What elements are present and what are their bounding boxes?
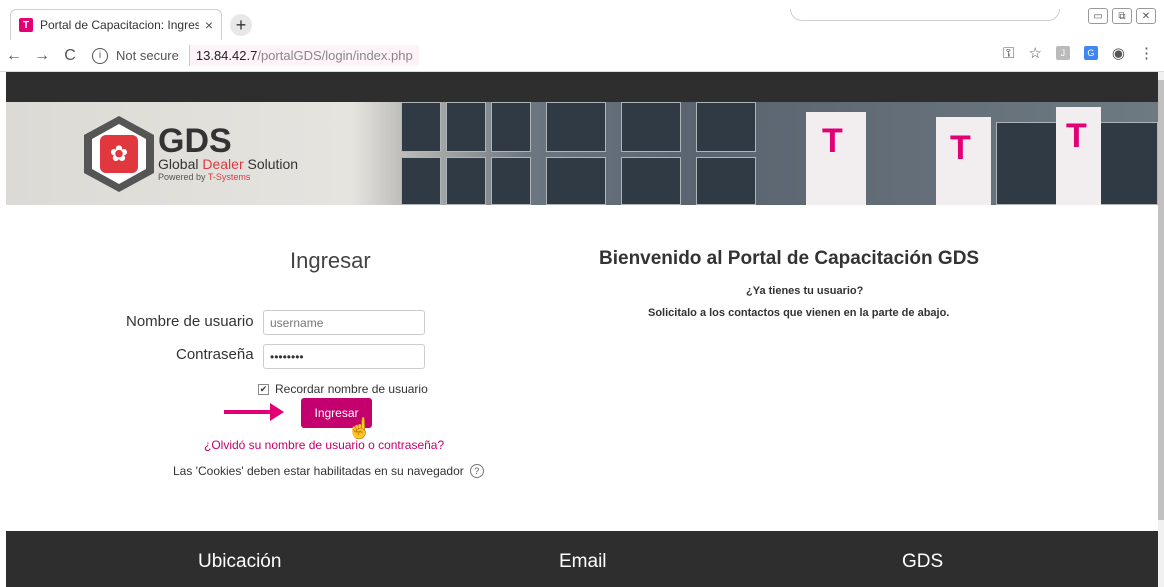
window-pane [401, 157, 441, 205]
window-pane [621, 157, 681, 205]
welcome-instruction: Solicitalo a los contactos que vienen en… [648, 307, 950, 319]
window-pane [446, 157, 486, 205]
window-pane [491, 157, 531, 205]
translate-icon[interactable]: G [1083, 46, 1098, 60]
window-pane [621, 102, 681, 152]
tab-title: Portal de Capacitacion: Ingresar a [40, 18, 199, 32]
gds-hex-icon: ✿ [84, 116, 154, 192]
window-pane [546, 157, 606, 205]
menu-icon[interactable]: ⋮ [1139, 44, 1154, 62]
window-pane [1096, 122, 1158, 205]
forgot-password-link[interactable]: ¿Olvidó su nombre de usuario o contraseñ… [204, 438, 444, 452]
url-host: 13.84.42.7 [195, 48, 258, 63]
forward-button[interactable]: → [28, 47, 56, 65]
window-pane [446, 102, 486, 152]
footer-location-heading: Ubicación [198, 551, 282, 572]
telekom-flag: T [936, 117, 991, 205]
welcome-title: Bienvenido al Portal de Capacitación GDS [599, 248, 980, 269]
maximize-icon[interactable]: ⧉ [1112, 8, 1132, 24]
url-path: /portalGDS/login/index.php [257, 48, 413, 63]
window-pane [491, 102, 531, 152]
password-input[interactable] [263, 344, 425, 369]
page: T T T ✿ GDS Global Dealer Solution Power… [6, 72, 1158, 587]
profile-icon[interactable]: ◉ [1112, 44, 1125, 62]
gds-logo: ✿ GDS Global Dealer Solution Powered by … [84, 116, 298, 192]
telekom-favicon-icon: T [19, 18, 33, 32]
close-window-icon[interactable]: ✕ [1136, 8, 1156, 24]
cookies-text: Las 'Cookies' deben estar habilitadas en… [173, 464, 464, 478]
welcome-question: ¿Ya tienes tu usuario? [746, 285, 864, 297]
new-tab-button[interactable]: + [230, 14, 252, 36]
cookies-note: Las 'Cookies' deben estar habilitadas en… [173, 464, 484, 478]
login-title: Ingresar [290, 248, 371, 273]
username-label: Nombre de usuario [126, 313, 254, 330]
telekom-flag: T [1056, 107, 1101, 205]
remember-label: Recordar nombre de usuario [275, 382, 428, 396]
star-icon[interactable]: ☆ [1028, 44, 1041, 62]
top-strip [6, 72, 1158, 102]
logo-powered-by: Powered by T-Systems [158, 172, 251, 182]
window-drag-area[interactable] [790, 9, 1060, 21]
logo-subtitle: Global Dealer Solution [158, 156, 299, 172]
footer-email-heading: Email [559, 551, 607, 572]
security-label: Not secure [116, 48, 179, 63]
header-banner: T T T ✿ GDS Global Dealer Solution Power… [6, 102, 1158, 205]
reload-button[interactable]: C [56, 47, 84, 65]
address-bar: ← → C i Not secure 13.84.42.7/portalGDS/… [0, 40, 1164, 72]
help-icon[interactable]: ? [469, 464, 484, 478]
telekom-flag: T [806, 112, 866, 205]
password-label: Contraseña [176, 346, 254, 363]
url-box[interactable]: i Not secure 13.84.42.7/portalGDS/login/… [92, 44, 419, 68]
footer: Ubicación Email GDS [6, 531, 1158, 587]
browser-tab-bar: T Portal de Capacitacion: Ingresar a × +… [0, 0, 1164, 40]
logo-title: GDS [158, 122, 232, 160]
window-pane [546, 102, 606, 152]
page-scrollbar[interactable] [1158, 72, 1164, 587]
remember-username[interactable]: ✔ Recordar nombre de usuario [258, 382, 428, 396]
browser-toolbar-icons: ⚿ ☆ J G ◉ ⋮ [1003, 44, 1154, 63]
window-pane [696, 157, 756, 205]
remember-checkbox[interactable]: ✔ [258, 383, 269, 395]
window-controls: ▭ ⧉ ✕ [1088, 8, 1156, 24]
browser-tab[interactable]: T Portal de Capacitacion: Ingresar a × [10, 9, 222, 40]
key-icon[interactable]: ⚿ [1003, 45, 1014, 62]
pointer-arrow-icon [224, 403, 284, 421]
footer-gds-heading: GDS [902, 551, 944, 572]
window-pane [696, 102, 756, 152]
scrollbar-thumb[interactable] [1158, 80, 1164, 520]
extension-icon[interactable]: J [1055, 46, 1070, 60]
url-input[interactable]: 13.84.42.7/portalGDS/login/index.php [188, 45, 419, 66]
window-pane [401, 102, 441, 152]
back-button[interactable]: ← [0, 47, 28, 65]
minimize-icon[interactable]: ▭ [1088, 8, 1108, 24]
username-input[interactable] [263, 310, 425, 335]
info-icon[interactable]: i [92, 47, 108, 64]
tab-close-icon[interactable]: × [205, 17, 213, 33]
